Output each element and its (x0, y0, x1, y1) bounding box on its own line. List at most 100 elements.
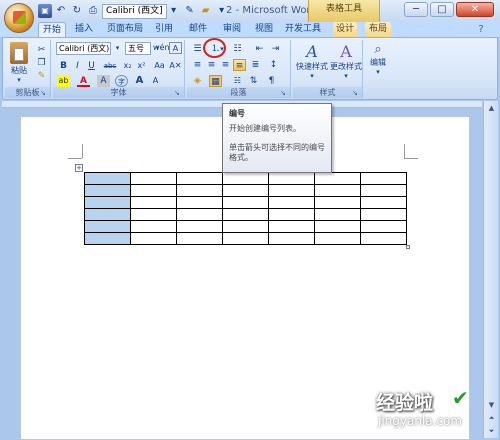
table-cell[interactable] (360, 232, 407, 245)
table-cell[interactable] (268, 208, 315, 221)
table-cell[interactable] (222, 208, 269, 221)
font-name-dropdown-icon[interactable]: ▾ (111, 42, 124, 54)
table-cell[interactable] (314, 172, 361, 185)
table-cell[interactable] (130, 172, 177, 185)
table-cell[interactable] (176, 196, 223, 209)
tab-home[interactable]: 开始 (38, 22, 66, 38)
phonetic-guide-icon[interactable]: wén (153, 42, 170, 54)
table-cell[interactable] (314, 184, 361, 197)
maximize-button[interactable]: □ (430, 2, 454, 17)
tab-page-layout[interactable]: 页面布局 (104, 22, 146, 37)
editing-button[interactable]: ⌕ 编辑 ▾ (367, 42, 389, 76)
table-row[interactable] (84, 184, 407, 197)
tab-layout[interactable]: 布局 (365, 22, 391, 37)
table-cell[interactable] (360, 172, 407, 185)
table-cell[interactable] (314, 232, 361, 245)
bold-icon[interactable]: B (57, 60, 70, 72)
paste-button[interactable]: 粘贴 ▾ (8, 42, 30, 84)
increase-indent-icon[interactable]: ⇥ (269, 43, 282, 55)
table-cell[interactable] (268, 196, 315, 209)
multilevel-list-icon[interactable]: ☷ (231, 43, 244, 55)
table-resize-handle[interactable] (406, 245, 410, 249)
close-button[interactable]: ✕ (456, 2, 494, 17)
table-cell[interactable] (176, 184, 223, 197)
table-cell[interactable] (222, 172, 269, 185)
table-cell[interactable] (268, 184, 315, 197)
office-button[interactable] (4, 3, 34, 33)
table-row[interactable] (84, 196, 407, 209)
table-cell[interactable] (84, 196, 131, 209)
paragraph-launcher-icon[interactable]: ↘ (280, 89, 288, 97)
table-cell[interactable] (360, 184, 407, 197)
open-folder-icon[interactable]: ▰ (199, 4, 213, 18)
table-cell[interactable] (314, 220, 361, 233)
table-cell[interactable] (130, 232, 177, 245)
scroll-down-icon[interactable]: ▼ (486, 400, 497, 410)
redo-icon[interactable]: ↻ (70, 4, 84, 18)
table-cell[interactable] (176, 220, 223, 233)
minimize-button[interactable]: ─ (404, 2, 428, 17)
vertical-scrollbar[interactable]: ▲ ▼ ⏶ ⏷ (483, 101, 498, 438)
enclose-characters-icon[interactable]: 字 (115, 75, 128, 87)
tab-references[interactable]: 引用 (152, 22, 176, 37)
table-row[interactable] (84, 208, 407, 221)
table-cell[interactable] (84, 172, 131, 185)
distributed-icon[interactable]: ≣ (249, 59, 262, 71)
tab-view[interactable]: 视图 (252, 22, 276, 37)
table-cell[interactable] (222, 220, 269, 233)
bullets-icon[interactable]: ☰ (191, 43, 204, 55)
shrink-font-icon[interactable]: A (149, 75, 162, 87)
table-cell[interactable] (360, 220, 407, 233)
help-icon[interactable]: ? (474, 23, 488, 37)
shading-icon[interactable]: ◈ (191, 75, 204, 87)
change-styles-button[interactable]: A 更改样式 ▾ (329, 42, 363, 80)
table-cell[interactable] (314, 196, 361, 209)
table-cell[interactable] (84, 184, 131, 197)
print-icon[interactable]: ⎙ (86, 4, 100, 18)
subscript-icon[interactable]: x₂ (121, 60, 134, 72)
table-cell[interactable] (130, 208, 177, 221)
table-cell[interactable] (130, 184, 177, 197)
save-icon[interactable]: ▣ (38, 4, 52, 18)
align-center-icon[interactable]: ≡ (205, 59, 218, 71)
justify-icon[interactable]: ≡ (233, 59, 246, 71)
table-cell[interactable] (84, 208, 131, 221)
previous-page-icon[interactable]: ⏶ (486, 413, 497, 423)
format-painter-icon[interactable]: ✎ (183, 4, 197, 18)
table-row[interactable] (84, 232, 407, 245)
font-size-combo[interactable]: 五号 (125, 42, 151, 55)
tab-review[interactable]: 审阅 (220, 22, 244, 37)
clipboard-launcher-icon[interactable]: ↘ (40, 89, 48, 97)
table-cell[interactable] (176, 208, 223, 221)
highlight-icon[interactable]: ab (57, 75, 70, 87)
table-cell[interactable] (84, 220, 131, 233)
font-launcher-icon[interactable]: ↘ (174, 89, 182, 97)
table-cell[interactable] (360, 208, 407, 221)
table-cell[interactable] (176, 172, 223, 185)
font-color-icon[interactable]: A (77, 75, 90, 87)
table-cell[interactable] (176, 232, 223, 245)
next-page-icon[interactable]: ⏷ (486, 426, 497, 436)
line-spacing-icon[interactable]: ↕ (267, 59, 280, 71)
character-border-icon[interactable]: A (169, 42, 182, 54)
table-cell[interactable] (222, 196, 269, 209)
grow-font-icon[interactable]: A (133, 75, 146, 87)
tab-developer[interactable]: 开发工具 (282, 22, 324, 37)
scroll-up-icon[interactable]: ▲ (486, 103, 497, 113)
sort-icon[interactable]: ⇅ (247, 75, 260, 87)
table-cell[interactable] (314, 208, 361, 221)
strikethrough-icon[interactable]: abc (101, 60, 119, 72)
table-cell[interactable] (222, 184, 269, 197)
character-shading-icon[interactable]: A (97, 75, 110, 87)
table-cell[interactable] (222, 232, 269, 245)
tab-mailings[interactable]: 邮件 (186, 22, 210, 37)
table-cell[interactable] (268, 232, 315, 245)
decrease-indent-icon[interactable]: ⇤ (253, 43, 266, 55)
table-cell[interactable] (268, 220, 315, 233)
chinese-layout-icon[interactable]: ☵ (231, 75, 244, 87)
copy-icon[interactable]: ❐ (35, 57, 48, 69)
change-case-icon[interactable]: Aa (153, 60, 166, 72)
format-painter-icon[interactable]: ✎ (35, 70, 48, 82)
table-cell[interactable] (130, 196, 177, 209)
tab-insert[interactable]: 插入 (72, 22, 96, 37)
